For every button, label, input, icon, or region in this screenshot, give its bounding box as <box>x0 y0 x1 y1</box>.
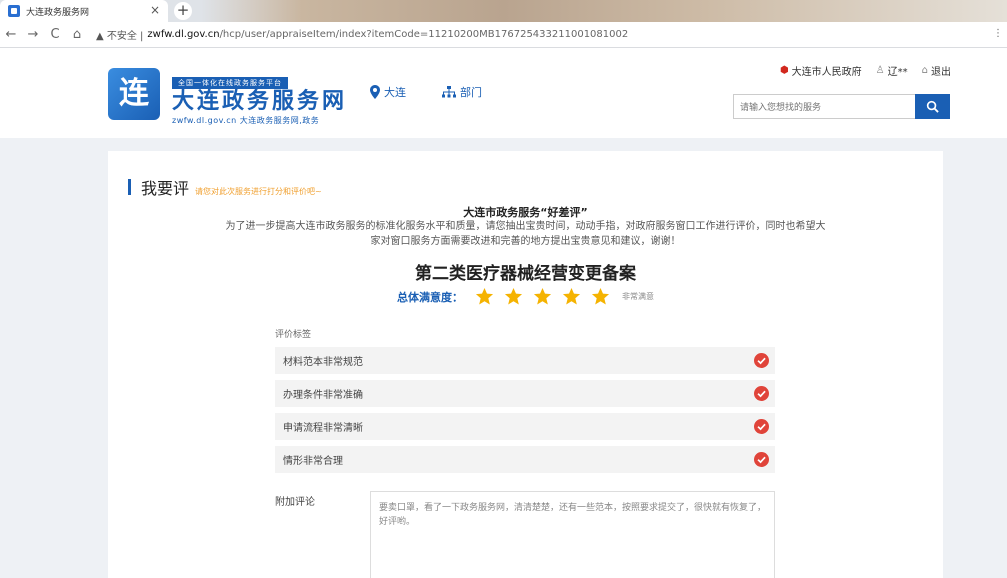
browser-menu-icon[interactable]: ⋮ <box>993 28 1003 39</box>
intro-text: 为了进一步提高大连市政务服务的标准化服务水平和质量，请您抽出宝贵时间，动动手指，… <box>225 221 826 247</box>
intro-title: 大连市政务服务“好差评” <box>463 206 588 219</box>
location-label: 大连 <box>384 86 406 99</box>
search-bar <box>733 94 950 119</box>
tag-label: 情形非常合理 <box>283 456 343 467</box>
brand-block[interactable]: 全国一体化在线政务服务平台 大连政务服务网 zwfw.dl.gov.cn 大连政… <box>172 70 347 126</box>
section-title: 我要评 <box>141 179 190 198</box>
url-path: /hcp/user/appraiseItem/index?itemCode=11… <box>219 29 629 40</box>
location-selector[interactable]: 大连 <box>370 84 406 100</box>
logout-label: 退出 <box>931 67 951 78</box>
section-hint: 请您对此次服务进行打分和评价吧~ <box>195 187 322 196</box>
tag-row[interactable]: 办理条件非常准确 <box>275 380 775 407</box>
forward-icon[interactable]: → <box>22 27 44 42</box>
url-field[interactable]: ▲ 不安全 | zwfw.dl.gov.cn /hcp/user/apprais… <box>96 27 628 42</box>
star-icon[interactable] <box>475 287 494 306</box>
org-chart-icon <box>442 86 456 98</box>
gov-link[interactable]: ⬢ 大连市人民政府 <box>780 63 862 78</box>
logout-link[interactable]: ⌂ 退出 <box>922 63 951 78</box>
browser-tabbar: 大连政务服务网 × + <box>0 0 1007 22</box>
section-header: 我要评 请您对此次服务进行打分和评价吧~ <box>128 175 322 199</box>
site-header: 连 全国一体化在线政务服务平台 大连政务服务网 zwfw.dl.gov.cn 大… <box>0 48 1007 138</box>
overall-rating: 总体满意度： 非常满意 <box>108 287 943 306</box>
brand-subtitle: zwfw.dl.gov.cn 大连政务服务网,政务 <box>172 116 320 125</box>
brand-name: 大连政务服务网 <box>172 89 348 114</box>
search-input[interactable] <box>733 94 915 119</box>
comment-textarea[interactable]: 要卖口罩，看了一下政务服务网，清清楚楚，还有一些范本，按照要求提交了，很快就有恢… <box>370 491 775 578</box>
reload-icon[interactable]: C <box>44 27 66 42</box>
comment-label: 附加评论 <box>275 497 315 508</box>
tab-close-icon[interactable]: × <box>150 3 160 17</box>
tag-row[interactable]: 申请流程非常清晰 <box>275 413 775 440</box>
security-warning[interactable]: ▲ 不安全 | <box>96 27 143 42</box>
service-item-title: 第二类医疗器械经营变更备案 <box>415 264 636 284</box>
address-bar: ← → C ⌂ ▲ 不安全 | zwfw.dl.gov.cn /hcp/user… <box>0 22 1007 48</box>
tag-row[interactable]: 材料范本非常规范 <box>275 347 775 374</box>
check-circle-icon <box>754 452 769 467</box>
tag-label: 办理条件非常准确 <box>283 390 363 401</box>
tag-label: 材料范本非常规范 <box>283 357 363 368</box>
search-icon <box>926 100 939 113</box>
rating-text: 非常满意 <box>622 292 654 301</box>
user-link[interactable]: ♙ 辽** <box>876 63 908 78</box>
evaluation-card: 我要评 请您对此次服务进行打分和评价吧~ 大连市政务服务“好差评” 为了进一步提… <box>108 151 943 578</box>
overall-label: 总体满意度： <box>397 290 463 304</box>
star-icon[interactable] <box>533 287 552 306</box>
home-icon[interactable]: ⌂ <box>66 27 88 42</box>
lock-icon: ⌂ <box>921 65 928 76</box>
star-icon[interactable] <box>504 287 523 306</box>
site-logo[interactable]: 连 <box>108 68 160 120</box>
new-tab-button[interactable]: + <box>174 2 192 20</box>
favicon-icon <box>8 5 20 17</box>
emblem-icon: ⬢ <box>779 65 789 76</box>
star-icon[interactable] <box>562 287 581 306</box>
location-pin-icon <box>370 85 380 99</box>
section-accent-bar <box>128 179 131 195</box>
user-icon: ♙ <box>875 65 885 76</box>
brand-tagline: 全国一体化在线政务服务平台 <box>172 77 288 89</box>
gov-link-label: 大连市人民政府 <box>791 67 862 78</box>
department-selector[interactable]: 部门 <box>442 84 482 100</box>
url-host: zwfw.dl.gov.cn <box>147 29 220 40</box>
top-links: ⬢ 大连市人民政府 ♙ 辽** ⌂ 退出 <box>780 63 951 78</box>
check-circle-icon <box>754 353 769 368</box>
tag-row[interactable]: 情形非常合理 <box>275 446 775 473</box>
check-circle-icon <box>754 386 769 401</box>
user-name: 辽** <box>887 67 908 78</box>
tags-label: 评价标签 <box>275 330 312 340</box>
check-circle-icon <box>754 419 769 434</box>
back-icon[interactable]: ← <box>0 27 22 42</box>
tab-title: 大连政务服务网 <box>26 7 90 18</box>
star-icon[interactable] <box>591 287 610 306</box>
department-label: 部门 <box>460 86 482 99</box>
search-button[interactable] <box>915 94 950 119</box>
tag-label: 申请流程非常清晰 <box>283 423 363 434</box>
browser-tab[interactable]: 大连政务服务网 × <box>0 0 168 22</box>
star-rating[interactable] <box>475 287 610 306</box>
